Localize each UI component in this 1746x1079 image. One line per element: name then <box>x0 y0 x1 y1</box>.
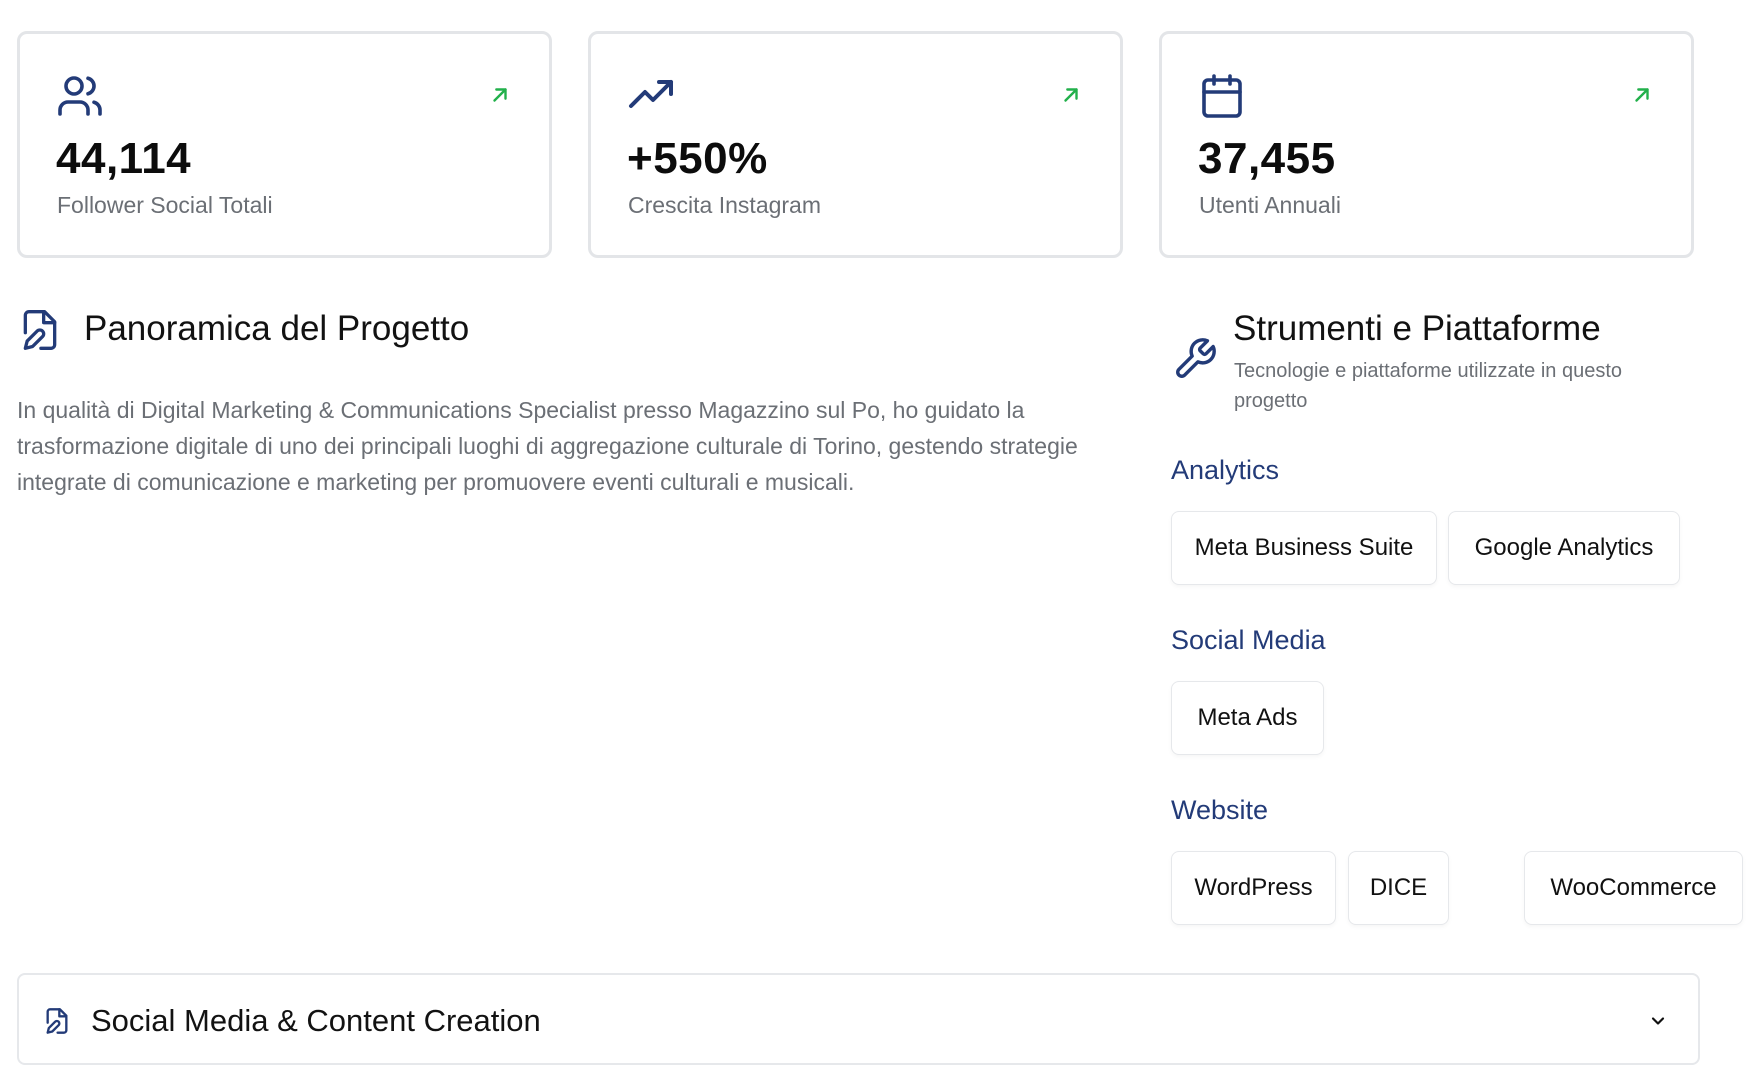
accordion-title: Social Media & Content Creation <box>91 1003 541 1038</box>
calendar-icon <box>1202 74 1242 118</box>
accordion-social-media-content[interactable]: Social Media & Content Creation <box>17 973 1700 1065</box>
stat-card-annual-users: 37,455 Utenti Annuali <box>1159 31 1694 258</box>
stat-value: 44,114 <box>56 134 192 183</box>
wrench-icon <box>1176 338 1216 378</box>
tools-subtitle: Tecnologie e piattaforme utilizzate in q… <box>1234 360 1623 412</box>
arrow-up-right-icon <box>1064 88 1078 102</box>
arrow-up-right-icon <box>1635 88 1649 102</box>
tool-chip: WordPress <box>1171 851 1336 925</box>
stat-card-followers: 44,114 Follower Social Totali <box>17 31 552 258</box>
stat-value: +550% <box>627 134 768 183</box>
stats-row: 44,114 Follower Social Totali +550% Cres… <box>17 31 1705 258</box>
tools-title: Strumenti e Piattaforme <box>1233 309 1601 348</box>
stat-value: 37,455 <box>1198 134 1336 183</box>
tool-chip: Meta Business Suite <box>1171 511 1437 585</box>
file-edit-icon <box>46 1008 68 1034</box>
tool-chip: Google Analytics <box>1448 511 1680 585</box>
arrow-up-right-icon <box>493 88 507 102</box>
tool-chip: DICE <box>1348 851 1449 925</box>
tool-chip: WooCommerce <box>1524 851 1743 925</box>
stat-label: Crescita Instagram <box>628 192 822 218</box>
stat-label: Utenti Annuali <box>1199 192 1341 218</box>
users-icon <box>58 76 102 116</box>
trending-up-icon <box>629 80 673 108</box>
overview-title: Panoramica del Progetto <box>84 309 470 348</box>
file-edit-icon <box>23 310 57 350</box>
chevron-down-icon[interactable] <box>1648 1011 1668 1031</box>
tool-chip: Meta Ads <box>1171 681 1324 755</box>
overview-description: In qualità di Digital Marketing & Commun… <box>17 397 1078 495</box>
stat-label: Follower Social Totali <box>57 192 273 218</box>
category-title-analytics: Analytics <box>1171 455 1280 485</box>
category-title-website: Website <box>1171 795 1269 825</box>
stat-card-instagram-growth: +550% Crescita Instagram <box>588 31 1123 258</box>
category-title-social-media: Social Media <box>1171 625 1326 655</box>
